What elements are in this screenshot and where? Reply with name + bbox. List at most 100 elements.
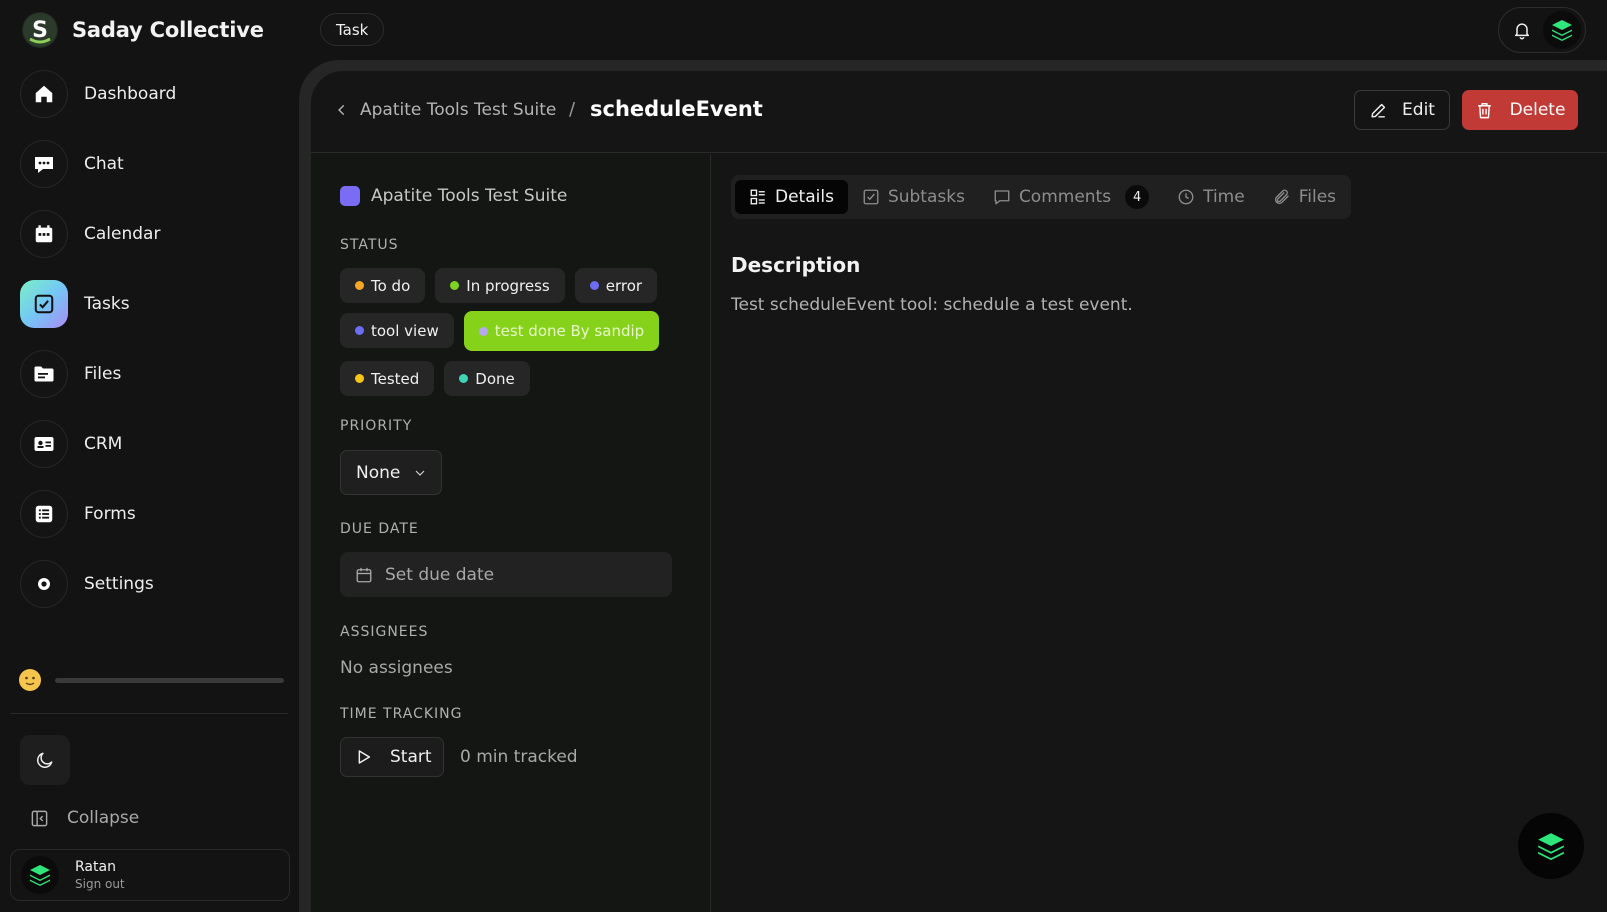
sidebar-item-calendar[interactable]: Calendar	[20, 210, 290, 258]
theme-toggle-button[interactable]	[20, 735, 70, 785]
tab-subtasks[interactable]: Subtasks	[848, 180, 979, 214]
tab-comments[interactable]: Comments 4	[979, 180, 1163, 214]
play-icon	[358, 750, 371, 764]
tab-details[interactable]: Details	[735, 180, 848, 214]
project-color-swatch	[340, 186, 360, 206]
sidebar-item-label: Forms	[84, 504, 136, 524]
sidebar-item-dashboard[interactable]: Dashboard	[20, 70, 290, 118]
sidebar-item-label: Calendar	[84, 224, 161, 244]
edit-label: Edit	[1402, 100, 1435, 120]
project-name: Apatite Tools Test Suite	[371, 186, 568, 206]
status-options: To do In progress error tool view test d…	[340, 268, 680, 406]
sidebar-item-label: Settings	[84, 574, 154, 594]
status-dot	[355, 281, 364, 290]
priority-select[interactable]: None	[340, 450, 442, 495]
sidebar-item-files[interactable]: Files	[20, 350, 290, 398]
assistant-fab-button[interactable]	[1518, 813, 1584, 879]
assignees-empty: No assignees	[340, 658, 453, 678]
page-type-chip: Task	[320, 13, 385, 46]
avatar	[21, 856, 59, 894]
task-properties: Apatite Tools Test Suite STATUS To do In…	[311, 154, 711, 912]
details-icon	[750, 189, 765, 205]
priority-label: PRIORITY	[340, 418, 413, 434]
status-option-label: To do	[371, 276, 411, 295]
status-option-label: test done By sandip	[494, 322, 645, 340]
status-option-error[interactable]: error	[574, 268, 658, 303]
folder-icon	[20, 350, 68, 398]
sidebar-item-label: Chat	[84, 154, 124, 174]
status-option-done[interactable]: Done	[444, 361, 530, 396]
delete-button[interactable]: Delete	[1462, 90, 1578, 130]
time-tracking-label: TIME TRACKING	[340, 706, 463, 722]
home-icon	[20, 70, 68, 118]
sidebar-item-label: Dashboard	[84, 84, 177, 104]
status-option-label: Done	[475, 369, 515, 388]
brand-name: Saday Collective	[72, 18, 264, 42]
sidebar-item-label: CRM	[84, 434, 123, 454]
list-icon	[20, 490, 68, 538]
sidebar-item-chat[interactable]: Chat	[20, 140, 290, 188]
status-option-tool-view[interactable]: tool view	[340, 313, 454, 348]
status-dot	[355, 374, 364, 383]
collapse-button[interactable]: Collapse	[30, 808, 139, 828]
edit-button[interactable]: Edit	[1354, 90, 1450, 130]
task-header: Apatite Tools Test Suite / scheduleEvent…	[311, 71, 1607, 153]
chat-icon	[20, 140, 68, 188]
chevron-left-icon[interactable]	[335, 103, 349, 117]
status-dot	[459, 374, 469, 383]
emoji-face-icon	[19, 669, 41, 691]
collapse-sidebar-icon	[31, 810, 48, 826]
status-dot	[450, 281, 460, 290]
slider-track[interactable]	[55, 677, 284, 683]
status-option-test-done[interactable]: test done By sandip	[463, 311, 660, 351]
status-option-label: tool view	[371, 321, 439, 340]
chevron-down-icon	[415, 470, 425, 476]
status-dot	[478, 326, 488, 336]
task-detail-panel: Apatite Tools Test Suite / scheduleEvent…	[311, 71, 1607, 912]
avatar[interactable]	[1543, 11, 1581, 49]
page-title: scheduleEvent	[590, 97, 763, 121]
status-option-label: error	[605, 276, 643, 295]
tab-time[interactable]: Time	[1163, 180, 1259, 214]
priority-value: None	[356, 462, 401, 483]
brand-logo-icon: S	[22, 12, 58, 48]
status-dot	[589, 281, 599, 290]
bell-icon[interactable]	[1512, 20, 1532, 40]
brand[interactable]: S Saday Collective	[22, 12, 264, 48]
project-tag[interactable]: Apatite Tools Test Suite	[340, 186, 567, 206]
due-date-placeholder: Set due date	[385, 564, 495, 585]
assignees-label: ASSIGNEES	[340, 624, 429, 640]
sidebar-nav: Dashboard Chat Calendar Tasks Files CRM	[20, 70, 290, 630]
status-label: STATUS	[340, 237, 399, 253]
user-name: Ratan	[75, 859, 116, 875]
gear-icon	[20, 560, 68, 608]
sidebar-item-crm[interactable]: CRM	[20, 420, 290, 468]
status-option-tested[interactable]: Tested	[340, 361, 435, 396]
description-text: Test scheduleEvent tool: schedule a test…	[731, 295, 1133, 315]
sidebar-item-settings[interactable]: Settings	[20, 560, 290, 608]
mood-slider[interactable]	[19, 669, 284, 691]
tab-label: Details	[775, 187, 834, 207]
status-option-in-progress[interactable]: In progress	[435, 268, 565, 303]
sidebar-item-forms[interactable]: Forms	[20, 490, 290, 538]
start-timer-button[interactable]: Start	[340, 737, 444, 777]
checkbox-icon	[863, 189, 879, 205]
top-right-cluster	[1498, 7, 1586, 53]
status-dot	[355, 326, 364, 335]
signout-link[interactable]: Sign out	[75, 877, 125, 891]
breadcrumb-parent[interactable]: Apatite Tools Test Suite	[360, 100, 556, 120]
user-card[interactable]: Ratan Sign out	[10, 849, 290, 901]
stack-logo-icon	[1538, 833, 1564, 861]
status-option-todo[interactable]: To do	[340, 268, 426, 303]
id-card-icon	[20, 420, 68, 468]
stack-logo-icon	[1552, 20, 1572, 41]
due-date-field[interactable]: Set due date	[340, 552, 672, 597]
status-option-label: In progress	[466, 276, 550, 295]
tab-files[interactable]: Files	[1259, 180, 1350, 214]
sidebar-item-tasks[interactable]: Tasks	[20, 280, 290, 328]
trash-icon	[1477, 102, 1491, 118]
breadcrumb-separator: /	[569, 99, 576, 120]
tab-label: Files	[1298, 187, 1337, 207]
svg-text:S: S	[32, 18, 48, 43]
sidebar-item-label: Tasks	[84, 294, 130, 314]
